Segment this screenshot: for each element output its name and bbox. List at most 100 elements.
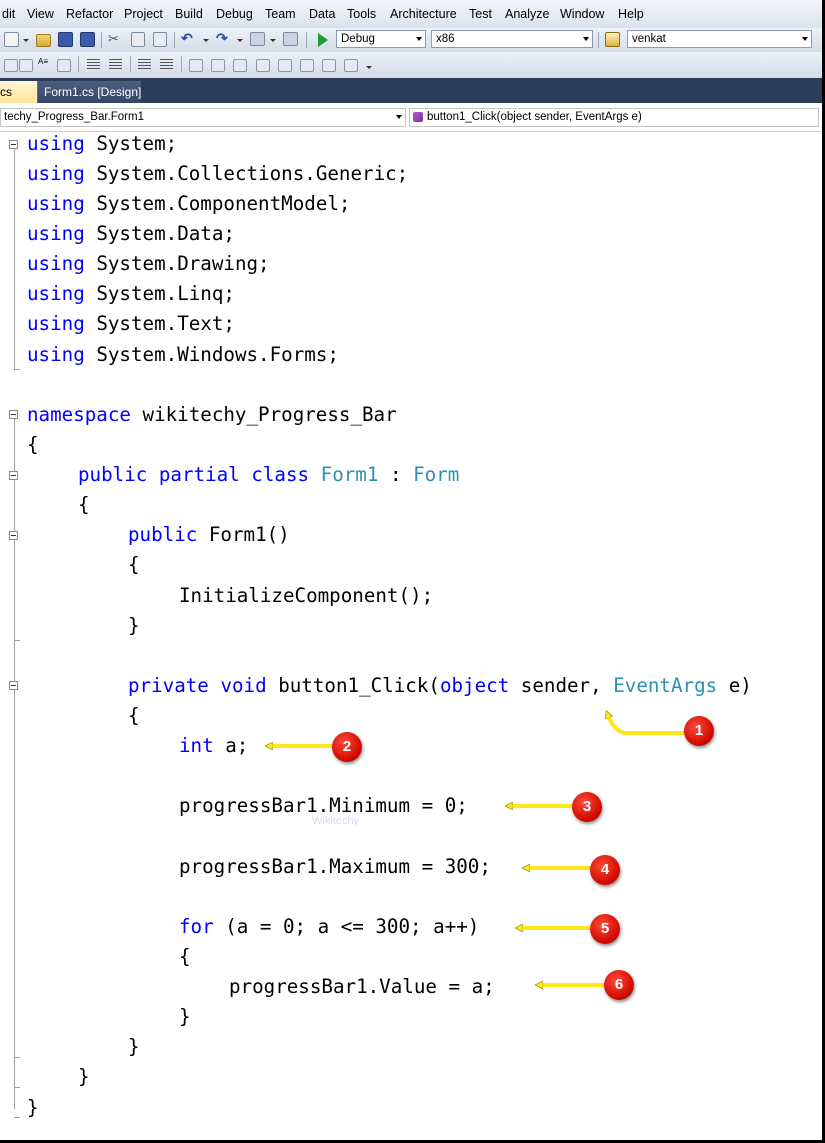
code-line: InitializeComponent(); [179,585,433,607]
display-word-completion-icon[interactable] [57,59,71,72]
code-line: public partial class Form1 : Form [78,464,459,486]
previous-bookmark-icon[interactable] [211,59,225,72]
keyword: int [179,734,214,757]
brace: } [128,614,140,637]
code-line: { [78,494,90,516]
code-line: namespace wikitechy_Progress_Bar [27,404,397,426]
chevron-down-icon [396,115,402,119]
menu-build[interactable]: Build [175,7,203,21]
tab-form1-design[interactable]: Form1.cs [Design] [37,81,141,103]
navigate-backward-icon[interactable] [250,32,265,46]
start-debugging-icon[interactable] [318,33,328,47]
members-dropdown[interactable]: button1_Click(object sender, EventArgs e… [409,108,819,127]
menu-tools[interactable]: Tools [347,7,376,21]
brace: { [27,433,39,456]
copy-icon[interactable] [131,32,145,47]
code-text: progressBar1.Maximum = 300; [179,855,491,878]
cut-icon[interactable]: ✂ [108,31,123,46]
code-text: progressBar1.Value = a; [229,975,495,998]
keyword: object [439,674,510,697]
class-name: Form1 [320,463,379,486]
text-editor-toolbar: A≡ [0,52,822,79]
next-bookmark-icon[interactable] [233,59,247,72]
previous-bookmark-in-folder-icon[interactable] [256,59,270,72]
code-line: public Form1() [128,524,290,546]
menu-team[interactable]: Team [265,7,296,21]
keyword: using [27,252,85,275]
menu-architecture[interactable]: Architecture [390,7,457,21]
display-object-member-list-icon[interactable] [4,59,18,72]
code-line: } [128,615,140,637]
code-editor[interactable]: using System; using System.Collections.G… [0,132,822,1140]
increase-indent-icon[interactable] [109,59,122,71]
chevron-down-icon[interactable] [237,39,243,42]
menu-project[interactable]: Project [124,7,163,21]
menu-edit[interactable]: dit [2,7,15,21]
chevron-down-icon[interactable] [203,39,209,42]
decrease-indent-icon[interactable] [87,59,100,71]
menu-analyze[interactable]: Analyze [505,7,549,21]
find-value: venkat [632,33,666,45]
chevron-down-icon [583,37,589,41]
uncomment-icon[interactable] [160,59,173,71]
menu-test[interactable]: Test [469,7,492,21]
solution-configuration-select[interactable]: Debug [336,30,426,48]
chevron-down-icon[interactable] [270,39,276,42]
menu-data[interactable]: Data [309,7,335,21]
menu-window[interactable]: Window [560,7,604,21]
collapse-icon[interactable] [9,140,18,149]
find-combo[interactable]: venkat [627,30,812,48]
outline-end [14,1117,20,1118]
keyword: private [128,674,209,697]
paste-icon[interactable] [153,32,167,47]
comment-out-icon[interactable] [138,59,151,71]
standard-toolbar: ✂ ↶ ↷ Debug x86 venkat [0,28,822,52]
toggle-bookmark-icon[interactable] [189,59,203,72]
code-text: System.Collections.Generic; [96,162,409,185]
save-icon[interactable] [58,32,73,47]
tab-label: Form1.cs [Design] [44,85,142,99]
display-quick-info-icon[interactable]: A≡ [38,57,50,68]
previous-bookmark-in-document-icon[interactable] [300,59,314,72]
menu-help[interactable]: Help [618,7,644,21]
find-in-files-icon[interactable] [605,32,620,47]
keyword: partial [158,463,240,486]
types-dropdown[interactable]: techy_Progress_Bar.Form1 [0,108,406,127]
outline-end [14,1087,20,1088]
menu-debug[interactable]: Debug [216,7,253,21]
next-bookmark-in-document-icon[interactable] [322,59,336,72]
navigate-forward-icon[interactable] [283,32,298,46]
code-line: { [179,946,191,968]
code-line: } [78,1066,90,1088]
outline-end [14,640,20,641]
open-file-icon[interactable] [36,34,51,47]
collapse-icon[interactable] [9,471,18,480]
new-project-icon[interactable] [4,32,19,47]
collapse-icon[interactable] [9,681,18,690]
undo-icon[interactable]: ↶ [181,30,196,46]
save-all-icon[interactable] [80,32,95,47]
menu-refactor[interactable]: Refactor [66,7,113,21]
callout-badge-5: 5 [590,914,620,944]
parameter: e) [717,674,752,697]
code-line: using System.Text; [27,313,235,335]
display-parameter-info-icon[interactable] [19,59,33,72]
code-line: } [27,1097,39,1119]
solution-platform-select[interactable]: x86 [431,30,593,48]
document-tab-strip: cs Form1.cs [Design] [0,78,822,103]
toolbar-options-icon[interactable] [366,66,372,69]
collapse-icon[interactable] [9,531,18,540]
menu-view[interactable]: View [27,7,54,21]
keyword: using [27,343,85,366]
chevron-down-icon[interactable] [23,39,29,42]
types-value: techy_Progress_Bar.Form1 [4,111,144,123]
keyword: class [251,463,310,486]
configuration-value: Debug [341,33,375,45]
redo-icon[interactable]: ↷ [216,30,231,46]
clear-bookmarks-icon[interactable] [344,59,358,72]
code-text: System.Windows.Forms; [96,343,339,366]
code-line: { [128,705,140,727]
next-bookmark-in-folder-icon[interactable] [278,59,292,72]
collapse-icon[interactable] [9,410,18,419]
tab-form1-cs[interactable]: cs [0,81,37,103]
